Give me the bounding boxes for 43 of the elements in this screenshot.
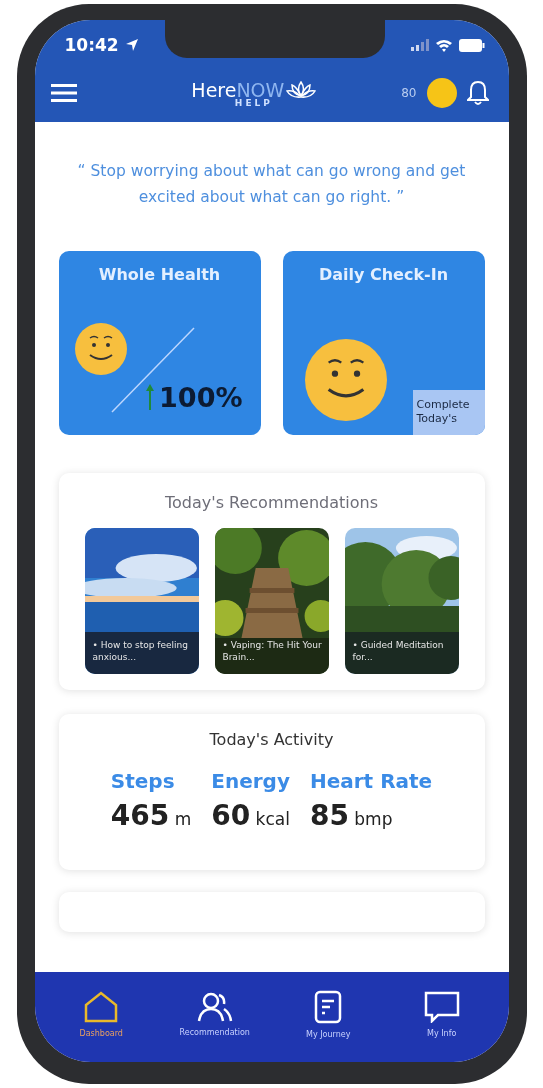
quote-text: “ Stop worrying about what can go wrong and get excited about what can go right. ” bbox=[76, 161, 467, 209]
metric-label: Energy bbox=[211, 768, 290, 793]
lotus-icon bbox=[286, 79, 317, 100]
recommendation-caption: • How to stop feeling anxious... bbox=[92, 640, 190, 664]
recommendation-caption: • Vaping: The Hit Your Brain... bbox=[222, 640, 323, 664]
recommendation-caption: • Guided Meditation for... bbox=[352, 640, 445, 664]
tab-item[interactable]: My Info bbox=[391, 990, 492, 1038]
signal-icon bbox=[410, 39, 429, 51]
tile-title: Whole Health bbox=[98, 264, 221, 284]
recommendation-card[interactable]: • How to stop feeling anxious... bbox=[84, 527, 199, 674]
tab-item[interactable]: Recommendation bbox=[164, 991, 265, 1037]
location-arrow-icon bbox=[124, 38, 139, 52]
up-arrow-icon bbox=[145, 383, 156, 412]
logo-subtitle: HELP bbox=[234, 97, 273, 108]
tile-title: Daily Check-In bbox=[318, 264, 449, 284]
wifi-icon bbox=[434, 38, 453, 52]
battery-icon bbox=[458, 38, 485, 52]
home-icon bbox=[84, 990, 119, 1023]
coin-icon bbox=[426, 78, 457, 108]
recommendation-card[interactable]: • Vaping: The Hit Your Brain... bbox=[214, 527, 329, 674]
tab-item[interactable]: Dashboard bbox=[51, 990, 152, 1038]
tab-item[interactable]: My Journey bbox=[278, 989, 379, 1039]
menu-icon[interactable] bbox=[50, 83, 77, 103]
smiley-icon bbox=[74, 322, 127, 375]
metric-value: 85 bmp bbox=[309, 798, 394, 832]
smiley-icon bbox=[304, 338, 387, 421]
complete-button[interactable]: Complete Today's bbox=[412, 390, 485, 435]
card-title: Today's Activity bbox=[209, 729, 334, 749]
journal-icon bbox=[314, 989, 343, 1024]
metric-label: Steps bbox=[110, 768, 176, 793]
clock-time: 10:42 bbox=[64, 35, 119, 55]
chat-icon bbox=[423, 990, 460, 1023]
bell-icon[interactable] bbox=[466, 80, 489, 106]
card-title: Today's Recommendations bbox=[165, 492, 378, 512]
recommendation-card[interactable]: • Guided Meditation for... bbox=[344, 527, 459, 674]
dashboard-tile[interactable]: Daily Check-In Complete Today's bbox=[282, 250, 485, 435]
metric-label: Heart Rate bbox=[309, 768, 433, 793]
people-icon bbox=[196, 991, 233, 1022]
points-count: 80 bbox=[401, 86, 417, 100]
metric-value: 465 m bbox=[110, 798, 192, 832]
dashboard-tile[interactable]: Whole Health 100% bbox=[58, 250, 261, 435]
health-percentage: 100% bbox=[159, 381, 243, 413]
metric-value: 60 kcal bbox=[211, 798, 290, 832]
